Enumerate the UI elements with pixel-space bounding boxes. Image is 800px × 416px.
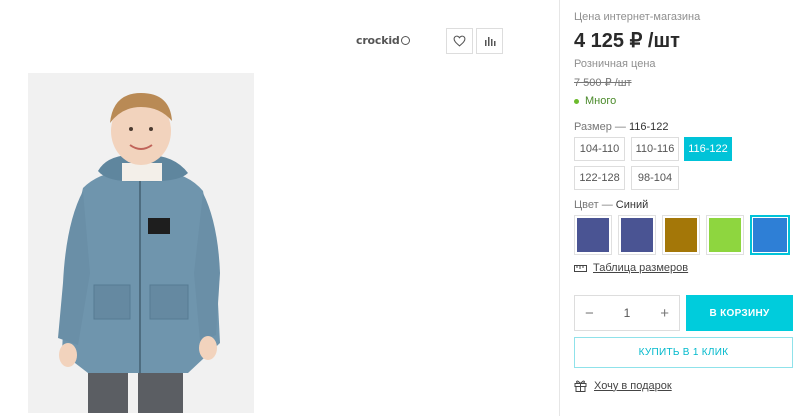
buy-one-click-button[interactable]: КУПИТЬ В 1 КЛИК — [574, 337, 793, 368]
gift-icon — [574, 380, 587, 392]
bar-chart-icon — [484, 37, 495, 46]
product-photo[interactable] — [28, 73, 254, 413]
size-option-116-122[interactable]: 116-122 — [684, 137, 732, 161]
online-price: 4 125 ₽ /шт — [574, 30, 680, 52]
quantity-stepper: − 1 + — [574, 295, 680, 331]
color-label: Цвет — Синий — [574, 199, 649, 211]
product-gallery: crockid — [0, 0, 560, 416]
heart-icon — [453, 35, 466, 47]
stock-status: Много — [574, 95, 616, 107]
retail-price-label: Розничная цена — [574, 58, 656, 70]
ruler-icon — [574, 265, 587, 272]
size-table-link[interactable]: Таблица размеров — [574, 262, 688, 274]
stock-dot-icon — [574, 98, 579, 104]
color-swatch-3[interactable] — [662, 215, 700, 255]
online-price-label: Цена интернет-магазина — [574, 11, 701, 23]
color-swatch-2[interactable] — [618, 215, 656, 255]
size-option-110-116[interactable]: 110-116 — [631, 137, 679, 161]
color-swatch-1[interactable] — [574, 215, 612, 255]
color-swatch-4[interactable] — [706, 215, 744, 255]
quantity-value[interactable]: 1 — [624, 306, 631, 320]
quantity-decrease-button[interactable]: − — [585, 305, 594, 322]
favorite-button[interactable] — [446, 28, 473, 54]
retail-price: 7 500 ₽ /шт — [574, 77, 632, 89]
quantity-increase-button[interactable]: + — [660, 305, 669, 322]
brand-logo[interactable]: crockid — [356, 34, 410, 47]
compare-button[interactable] — [476, 28, 503, 54]
size-option-98-104[interactable]: 98-104 — [631, 166, 679, 190]
color-swatch-5[interactable] — [750, 215, 790, 255]
add-to-cart-button[interactable]: В КОРЗИНУ — [686, 295, 793, 331]
wish-gift-link[interactable]: Хочу в подарок — [574, 379, 672, 392]
size-label: Размер — 116-122 — [574, 121, 669, 133]
size-option-104-110[interactable]: 104-110 — [574, 137, 625, 161]
product-photo-illustration — [28, 73, 254, 413]
size-option-122-128[interactable]: 122-128 — [574, 166, 625, 190]
